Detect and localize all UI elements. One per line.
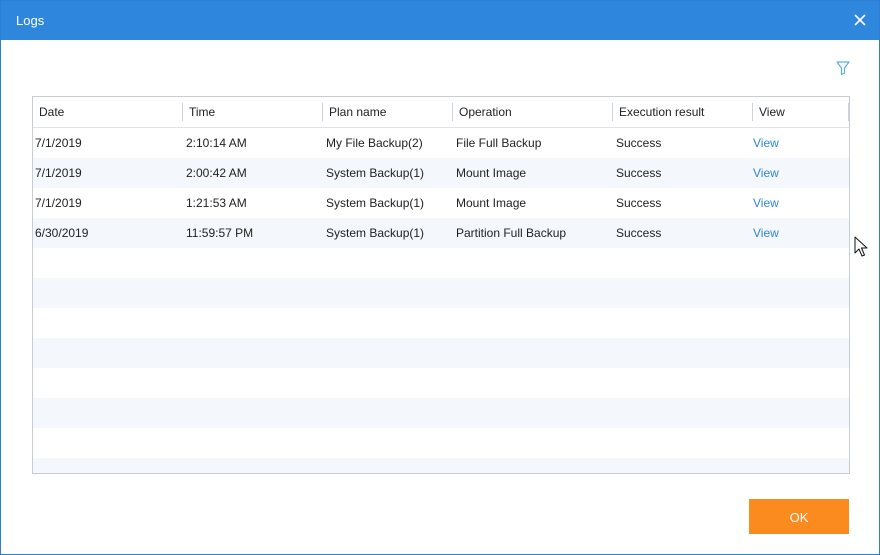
column-header-date[interactable]: Date: [33, 97, 183, 127]
view-link[interactable]: View: [753, 218, 779, 248]
column-header-label: Plan name: [329, 105, 387, 119]
cell-execution-result: Success: [616, 136, 662, 150]
cell-date: 6/30/2019: [35, 226, 89, 240]
view-link[interactable]: View: [753, 128, 779, 158]
empty-row: [33, 338, 849, 368]
column-header-label: Execution result: [619, 105, 705, 119]
table-row[interactable]: 7/1/2019 2:10:14 AM My File Backup(2) Fi…: [33, 128, 849, 158]
cell-time: 11:59:57 PM: [186, 226, 254, 240]
empty-row: [33, 278, 849, 308]
column-header-label: Operation: [459, 105, 512, 119]
table-row[interactable]: 7/1/2019 2:00:42 AM System Backup(1) Mou…: [33, 158, 849, 188]
empty-row: [33, 248, 849, 278]
cell-time: 2:00:42 AM: [186, 166, 247, 180]
cell-execution-result: Success: [616, 166, 662, 180]
column-header-label: Time: [189, 105, 216, 119]
logs-dialog: Logs Date Time Plan name Operation Execu…: [0, 0, 880, 555]
filter-button[interactable]: [835, 60, 851, 76]
empty-row: [33, 368, 849, 398]
cell-operation: Mount Image: [456, 196, 527, 210]
table-row[interactable]: 7/1/2019 1:21:53 AM System Backup(1) Mou…: [33, 188, 849, 218]
cell-execution-result: Success: [616, 196, 662, 210]
cell-time: 2:10:14 AM: [186, 136, 247, 150]
cell-operation: Mount Image: [456, 166, 527, 180]
view-link[interactable]: View: [753, 188, 779, 218]
cell-date: 7/1/2019: [35, 166, 82, 180]
ok-button[interactable]: OK: [749, 499, 849, 534]
cell-date: 7/1/2019: [35, 196, 82, 210]
column-separator[interactable]: [848, 103, 849, 121]
close-icon: [854, 14, 866, 26]
cell-execution-result: Success: [616, 226, 662, 240]
cell-plan-name: My File Backup(2): [326, 136, 423, 150]
column-header-view[interactable]: View: [753, 97, 849, 127]
column-header-plan-name[interactable]: Plan name: [323, 97, 453, 127]
logs-table: Date Time Plan name Operation Execution …: [32, 96, 850, 474]
cell-date: 7/1/2019: [35, 136, 82, 150]
empty-row: [33, 458, 849, 473]
column-header-operation[interactable]: Operation: [453, 97, 613, 127]
mouse-pointer-icon: [854, 236, 868, 257]
cell-plan-name: System Backup(1): [326, 226, 425, 240]
cell-operation: File Full Backup: [456, 136, 542, 150]
close-button[interactable]: [851, 11, 869, 29]
view-link[interactable]: View: [753, 158, 779, 188]
empty-row: [33, 308, 849, 338]
empty-row: [33, 398, 849, 428]
column-header-label: View: [759, 105, 785, 119]
table-header: Date Time Plan name Operation Execution …: [33, 97, 849, 128]
column-header-time[interactable]: Time: [183, 97, 323, 127]
cell-plan-name: System Backup(1): [326, 166, 425, 180]
column-header-execution-result[interactable]: Execution result: [613, 97, 753, 127]
title-bar: Logs: [1, 1, 879, 40]
table-row[interactable]: 6/30/2019 11:59:57 PM System Backup(1) P…: [33, 218, 849, 248]
cell-operation: Partition Full Backup: [456, 226, 567, 240]
column-header-label: Date: [39, 105, 65, 119]
cell-plan-name: System Backup(1): [326, 196, 425, 210]
window-title: Logs: [16, 13, 45, 28]
empty-row: [33, 428, 849, 458]
filter-icon: [836, 61, 850, 76]
cell-time: 1:21:53 AM: [186, 196, 247, 210]
